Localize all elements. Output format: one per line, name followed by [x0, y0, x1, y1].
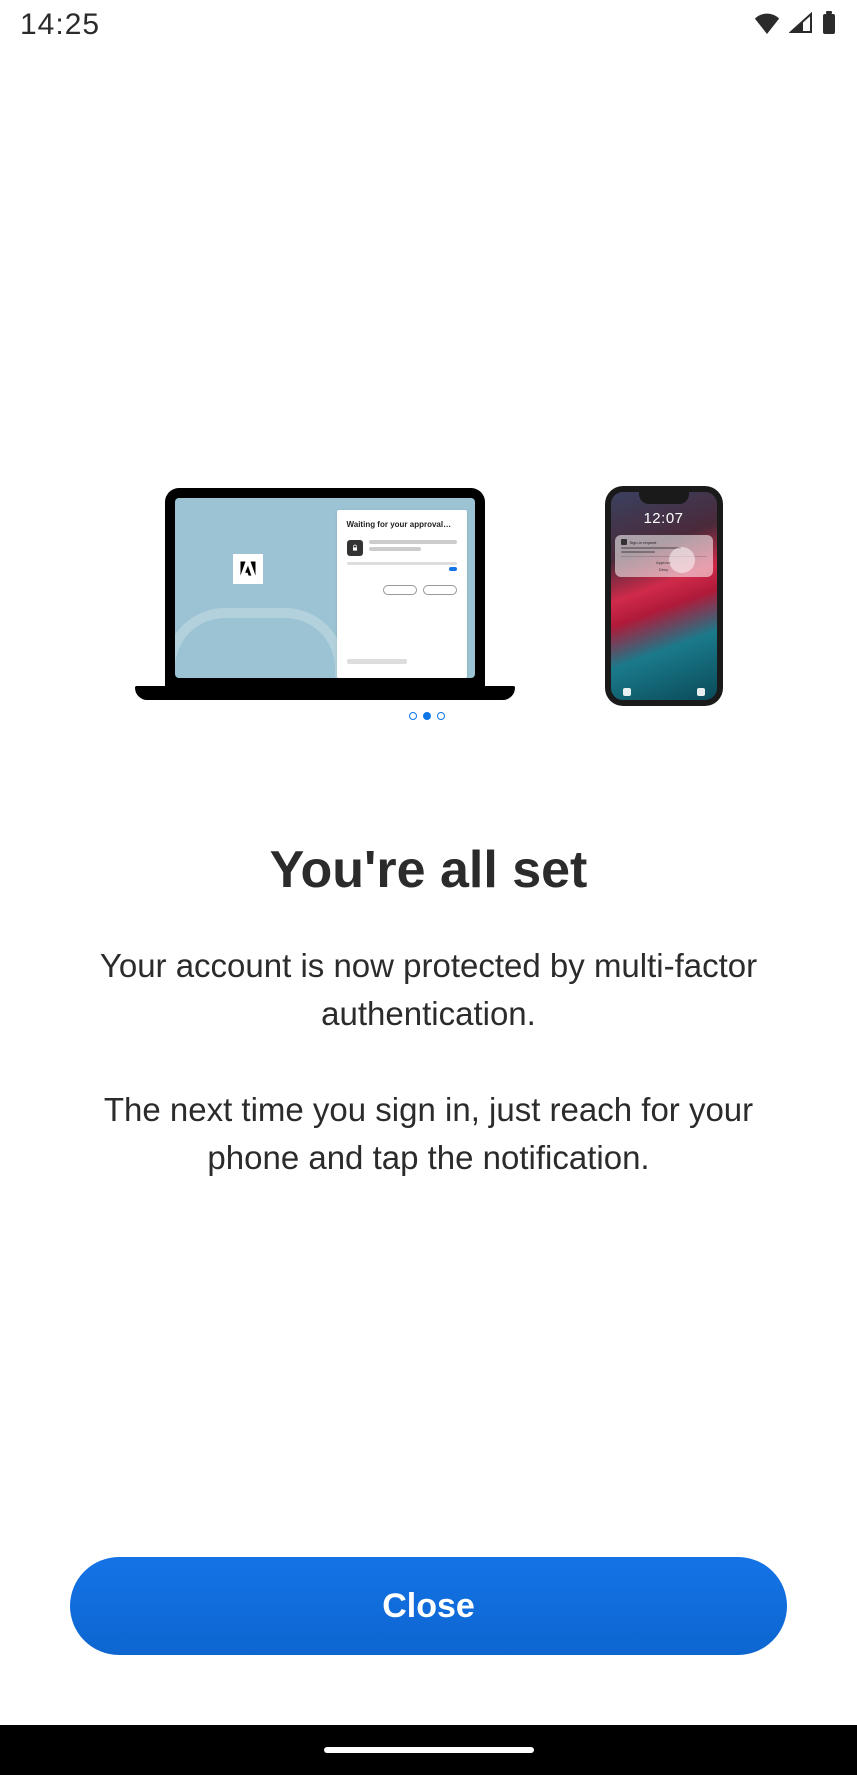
description-2: The next time you sign in, just reach fo… — [79, 1086, 779, 1182]
adobe-logo-icon — [233, 554, 263, 584]
laptop-graphic: Waiting for your approval… — [135, 488, 515, 700]
pager-dots — [409, 712, 445, 720]
notif-deny: Deny — [621, 566, 707, 573]
pager-dot-2[interactable] — [437, 712, 445, 720]
phone-lockscreen-time: 12:07 — [611, 510, 717, 527]
page-title: You're all set — [270, 840, 588, 900]
status-time: 14:25 — [20, 8, 100, 42]
illustration: Waiting for your approval… — [109, 430, 749, 700]
cellular-icon — [789, 12, 813, 39]
pager-dot-1[interactable] — [423, 712, 431, 720]
android-nav-bar — [0, 1725, 857, 1775]
description-1: Your account is now protected by multi-f… — [79, 942, 779, 1038]
pager-dot-0[interactable] — [409, 712, 417, 720]
status-icons — [753, 11, 837, 40]
lock-icon — [347, 540, 363, 556]
battery-icon — [821, 11, 837, 40]
wifi-icon — [753, 12, 781, 39]
status-bar: 14:25 — [0, 0, 857, 50]
phone-graphic: 12:07 Sign-in request Approve Deny — [605, 486, 723, 706]
approval-card-title: Waiting for your approval… — [347, 520, 457, 530]
push-notification: Sign-in request Approve Deny — [615, 535, 713, 577]
content-area: Waiting for your approval… — [0, 50, 857, 1725]
touch-indicator-icon — [669, 547, 695, 573]
approval-card: Waiting for your approval… — [337, 510, 467, 678]
home-indicator[interactable] — [324, 1747, 534, 1753]
close-button[interactable]: Close — [70, 1557, 787, 1655]
